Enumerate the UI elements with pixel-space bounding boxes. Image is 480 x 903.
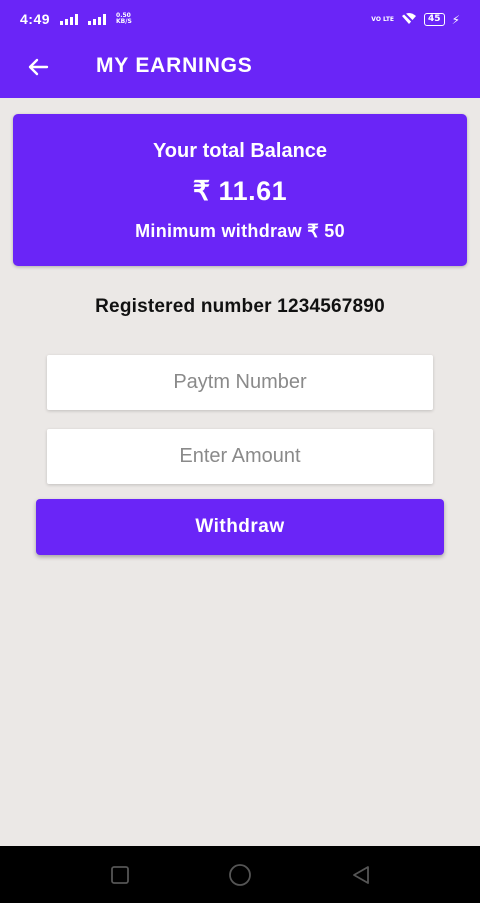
status-time: 4:49 [20,11,51,27]
status-bar: 4:49 0.50 KB/S VO LTE 45 ⚡ [0,0,480,40]
withdraw-button[interactable]: Withdraw [36,499,444,555]
system-nav-bar [0,846,480,903]
battery-icon: 45 [424,13,445,26]
signal-sim1-icon [60,13,79,25]
volte-indicator: VO LTE [371,15,395,23]
circle-icon[interactable] [227,862,253,888]
charging-bolt-icon: ⚡ [451,12,460,27]
balance-amount: ₹ 11.61 [192,176,288,206]
registered-number: Registered number 1234567890 [95,296,385,317]
arrow-left-icon[interactable] [24,53,52,81]
page-title: MY EARNINGS [96,54,253,77]
triangle-back-icon[interactable] [348,862,374,888]
wifi-off-icon [401,11,417,28]
minimum-withdraw-text: Minimum withdraw ₹ 50 [135,221,345,241]
signal-sim2-icon [88,13,107,25]
app-bar: MY EARNINGS [0,40,480,98]
paytm-number-input[interactable] [47,355,433,410]
balance-card: Your total Balance ₹ 11.61 Minimum withd… [13,114,467,266]
net-speed-unit: KB/S [116,18,132,25]
status-right: VO LTE 45 ⚡ [371,11,460,28]
square-icon[interactable] [107,862,133,888]
balance-label: Your total Balance [152,140,328,162]
net-speed: 0.50 KB/S [116,13,132,25]
status-left: 4:49 0.50 KB/S [20,11,132,27]
amount-input[interactable] [47,429,433,484]
